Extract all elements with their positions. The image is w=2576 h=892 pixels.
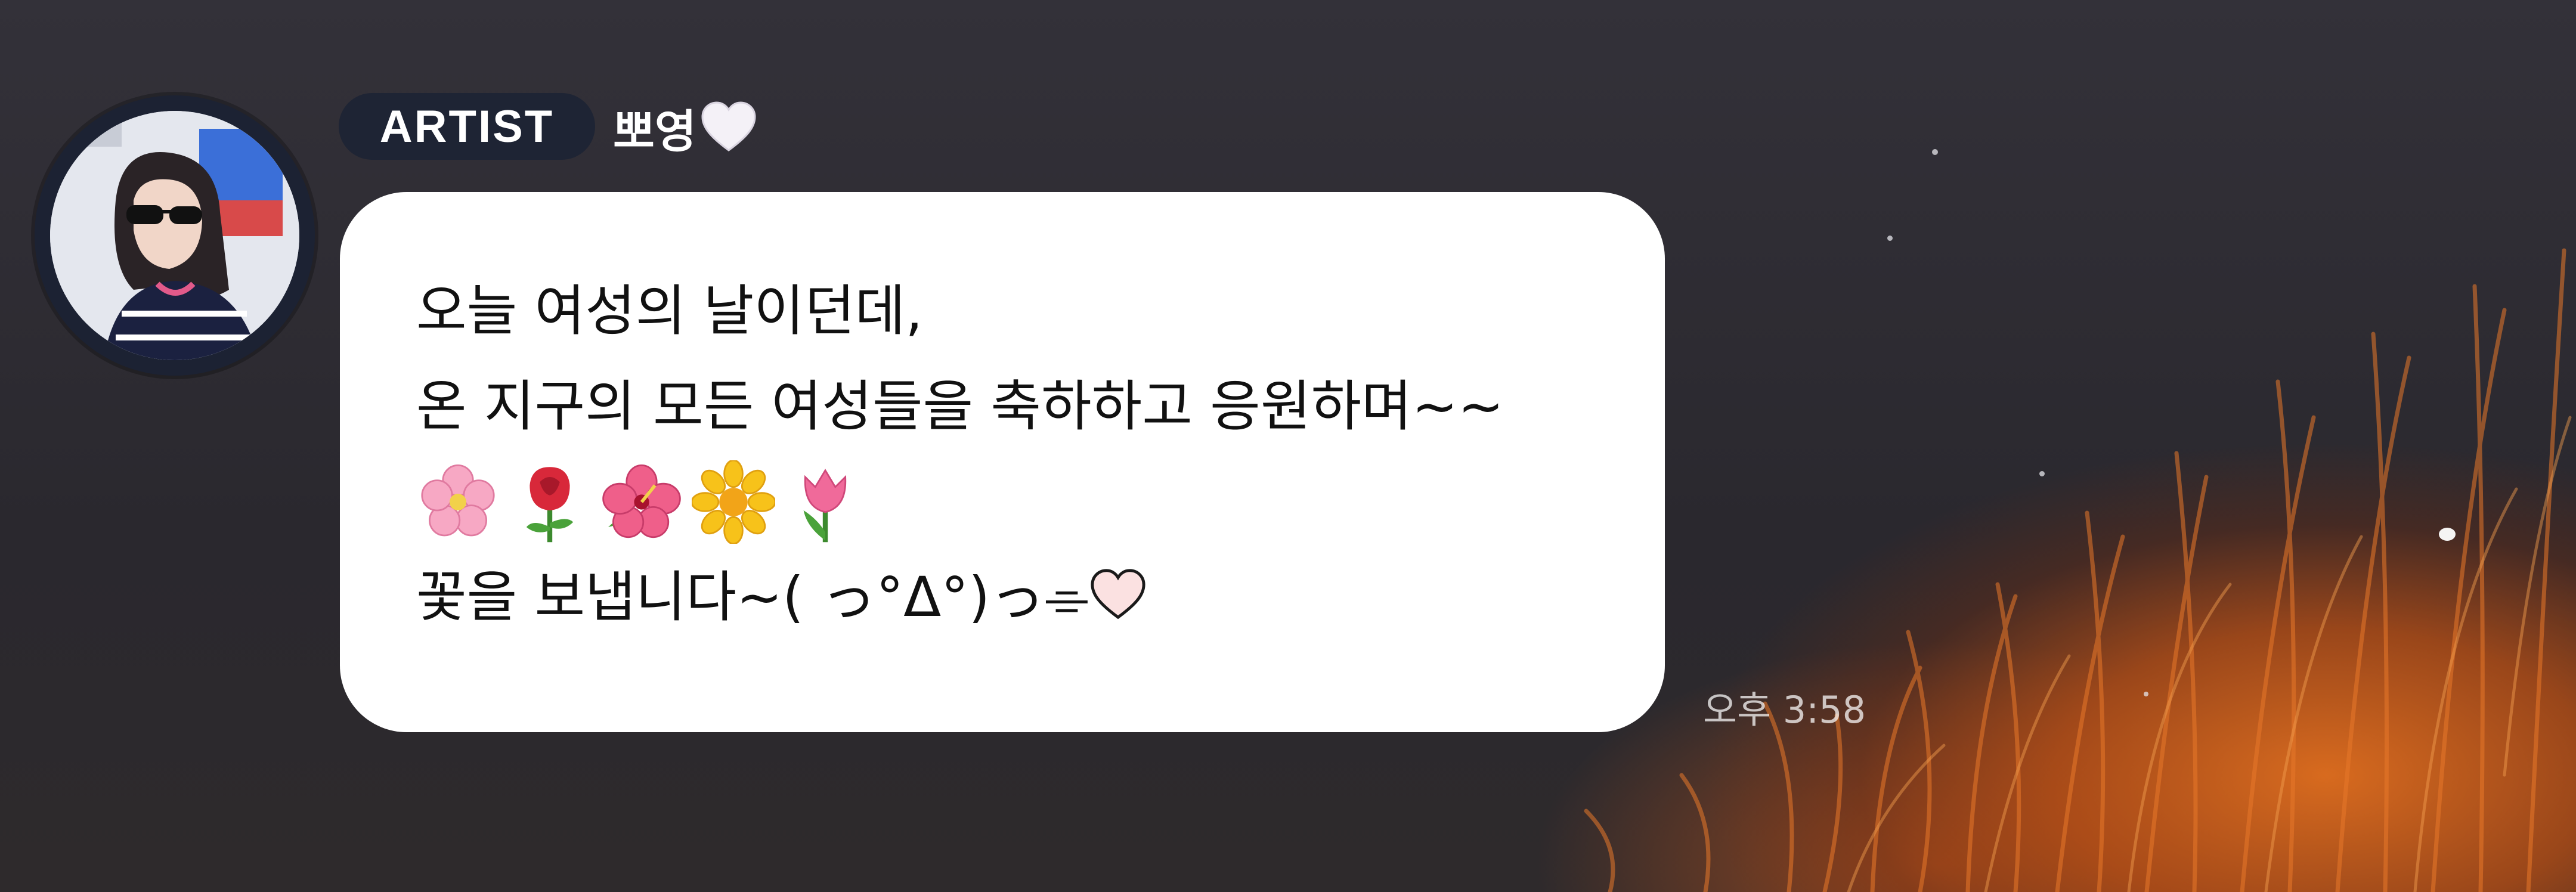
message-line: 오늘 여성의 날이던데,: [416, 279, 923, 343]
message-line: 꽃을 보냅니다~( っ°ᐃ°)っ⌯: [416, 565, 1089, 629]
artist-badge-label: ARTIST: [379, 101, 555, 152]
light-speck: [2039, 471, 2045, 476]
message-line-with-heart: 꽃을 보냅니다~( っ°ᐃ°)っ⌯: [416, 550, 1665, 645]
light-speck: [2144, 692, 2148, 696]
message-timestamp: 오후 3:58: [1703, 688, 1866, 732]
pink-heart-icon: [1091, 569, 1145, 620]
artist-name: 뽀영: [613, 105, 696, 158]
artist-badge: ARTIST: [339, 93, 595, 160]
tulip-icon: [803, 469, 847, 543]
message-line: 온 지구의 모든 여성들을 축하하고 응원하며~~: [416, 374, 1504, 438]
rose-icon: [526, 467, 574, 543]
light-speck: [2439, 528, 2456, 541]
flower-emoji-row: [416, 454, 1665, 550]
white-heart-icon: [701, 101, 756, 151]
avatar[interactable]: [50, 111, 299, 360]
artist-name-row[interactable]: 뽀영: [613, 94, 758, 161]
message-bubble[interactable]: 오늘 여성의 날이던데, 온 지구의 모든 여성들을 축하하고 응원하며~~ 꽃…: [340, 192, 1665, 732]
light-speck: [1932, 149, 1938, 155]
hibiscus-icon: [602, 464, 681, 538]
avatar-photo: [50, 111, 299, 360]
cherry-blossom-icon: [421, 464, 495, 537]
sunflower-icon: [692, 460, 775, 544]
light-speck: [1887, 236, 1893, 241]
